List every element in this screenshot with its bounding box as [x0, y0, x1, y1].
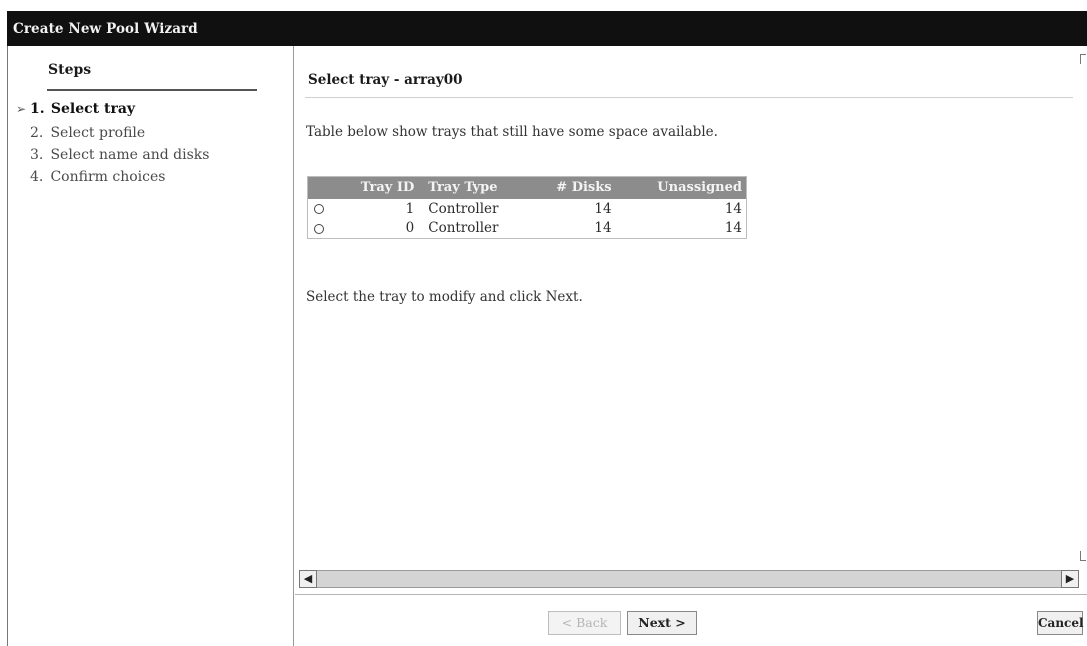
table-header-row: Tray ID Tray Type # Disks Unassigned — [307, 176, 747, 199]
cell-tray-type: Controller — [428, 220, 499, 237]
step-label: Select tray — [50, 101, 136, 117]
steps-heading: Steps — [48, 62, 92, 78]
page-title: Select tray - array00 — [308, 72, 463, 88]
instruction-text: Select the tray to modify and click Next… — [306, 289, 583, 305]
next-button[interactable]: Next > — [627, 611, 697, 635]
column-header-tray-id[interactable]: Tray ID — [329, 176, 419, 199]
step-number: 1. — [30, 101, 45, 117]
current-step-arrow-icon: ➢ — [16, 102, 27, 116]
tray-table: Tray ID Tray Type # Disks Unassigned 1 C… — [307, 176, 747, 239]
scroll-left-arrow-icon[interactable]: ◀ — [299, 570, 317, 588]
step-confirm-choices[interactable]: 4. Confirm choices — [30, 169, 165, 189]
table-row[interactable]: 1 Controller 14 14 — [308, 199, 747, 219]
scroll-right-arrow-icon[interactable]: ▶ — [1061, 570, 1079, 588]
back-button[interactable]: < Back — [548, 611, 621, 635]
cell-disks: 14 — [594, 220, 612, 237]
steps-divider — [47, 89, 257, 91]
column-header-tray-type[interactable]: Tray Type — [418, 176, 540, 199]
cell-unassigned: 14 — [724, 200, 742, 217]
column-header-select — [307, 176, 330, 199]
scroll-down-arrow-icon[interactable] — [1080, 551, 1086, 561]
column-header-unassigned[interactable]: Unassigned — [615, 176, 747, 199]
step-label: Confirm choices — [50, 169, 166, 185]
step-number: 4. — [30, 169, 44, 185]
tray-radio-button[interactable] — [314, 204, 324, 214]
step-label: Select profile — [50, 125, 146, 141]
cell-unassigned: 14 — [724, 220, 742, 237]
column-header-disks[interactable]: # Disks — [539, 176, 616, 199]
table-row[interactable]: 0 Controller 14 14 — [308, 219, 747, 239]
wizard-page: Create New Pool Wizard Steps ➢ 1. Select… — [0, 0, 1087, 646]
window-titlebar: Create New Pool Wizard — [7, 11, 1087, 46]
cell-tray-id: 0 — [405, 220, 415, 237]
intro-text: Table below show trays that still have s… — [306, 124, 718, 140]
wizard-window: Steps ➢ 1. Select tray 2. Select profile… — [7, 46, 1087, 646]
step-select-name-and-disks[interactable]: 3. Select name and disks — [30, 147, 209, 167]
horizontal-scroll-track[interactable] — [299, 570, 1079, 588]
wizard-footer: < Back Next > Cancel — [295, 594, 1087, 646]
cell-disks: 14 — [594, 200, 612, 217]
cell-tray-type: Controller — [428, 200, 499, 217]
window-title: Create New Pool Wizard — [13, 21, 198, 37]
steps-panel: Steps ➢ 1. Select tray 2. Select profile… — [8, 46, 294, 646]
horizontal-scrollbar[interactable]: ◀ ▶ — [295, 566, 1087, 592]
scroll-up-arrow-icon[interactable] — [1080, 54, 1086, 64]
step-select-profile[interactable]: 2. Select profile — [30, 125, 145, 145]
cancel-button[interactable]: Cancel — [1037, 611, 1084, 635]
title-divider — [305, 97, 1073, 98]
cell-tray-id: 1 — [405, 200, 415, 217]
tray-radio-button[interactable] — [314, 223, 324, 234]
step-label: Select name and disks — [50, 147, 210, 163]
step-number: 2. — [30, 125, 44, 141]
content-panel: Select tray - array00 Table below show t… — [295, 46, 1087, 594]
vertical-scrollbar[interactable] — [1078, 46, 1087, 594]
step-select-tray[interactable]: ➢ 1. Select tray — [16, 101, 136, 121]
step-number: 3. — [30, 147, 44, 163]
